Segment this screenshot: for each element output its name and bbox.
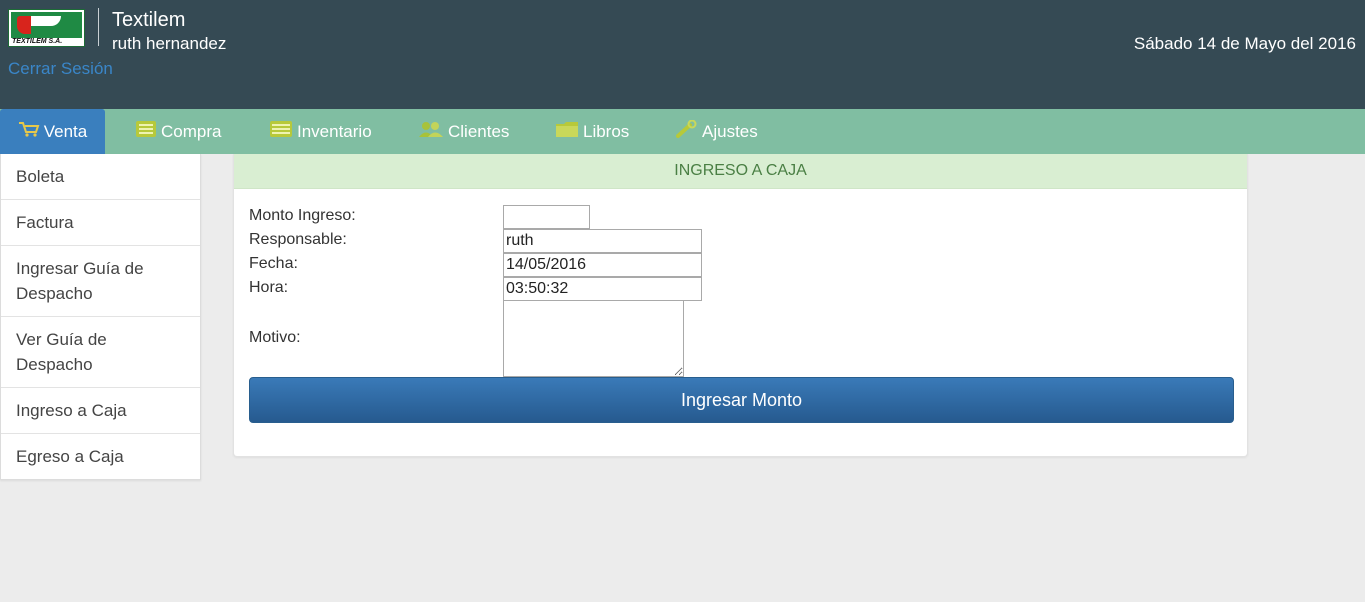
- textilem-logo: TEXTILEM S.A.: [8, 9, 85, 47]
- ingreso-caja-panel: INGRESO A CAJA Monto Ingreso: Responsabl…: [233, 154, 1248, 457]
- nav-label: Inventario: [297, 121, 372, 141]
- sidebar-item-factura[interactable]: Factura: [1, 200, 200, 246]
- nav-label: Compra: [161, 121, 222, 141]
- folder-icon: [555, 120, 579, 143]
- app-title: Textilem: [112, 9, 186, 31]
- motivo-label: Motivo:: [249, 329, 301, 346]
- sidebar-item-ingreso-caja[interactable]: Ingreso a Caja: [1, 388, 200, 434]
- nav-venta[interactable]: Venta: [0, 109, 105, 154]
- fecha-label: Fecha:: [249, 255, 298, 272]
- fecha-input[interactable]: [503, 253, 702, 277]
- nav-label: Ajustes: [702, 121, 758, 141]
- responsable-label: Responsable:: [249, 231, 347, 248]
- logout-link[interactable]: Cerrar Sesión: [8, 59, 113, 79]
- nav-label: Venta: [43, 121, 88, 141]
- list-icon: [269, 120, 293, 143]
- nav-label: Clientes: [448, 121, 510, 141]
- nav-clientes[interactable]: Clientes: [418, 109, 509, 154]
- monto-input[interactable]: [503, 205, 590, 229]
- logo-text: TEXTILEM S.A.: [12, 38, 63, 45]
- responsable-input[interactable]: [503, 229, 702, 253]
- nav-inventario[interactable]: Inventario: [269, 109, 372, 154]
- current-date: Sábado 14 de Mayo del 2016: [1133, 34, 1356, 53]
- app-header: TEXTILEM S.A. Textilem ruth hernandez Ce…: [0, 0, 1365, 109]
- sidebar-item-ver-guia[interactable]: Ver Guía de Despacho: [1, 317, 200, 388]
- cart-icon: [18, 121, 40, 142]
- ingresar-monto-button[interactable]: Ingresar Monto: [249, 377, 1234, 423]
- monto-label: Monto Ingreso:: [249, 207, 356, 224]
- sidebar-item-boleta[interactable]: Boleta: [1, 154, 200, 200]
- hora-input[interactable]: [503, 277, 702, 301]
- users-icon: [418, 120, 444, 143]
- list-icon: [135, 120, 157, 143]
- hora-label: Hora:: [249, 279, 289, 296]
- panel-title: INGRESO A CAJA: [234, 154, 1247, 189]
- nav-libros[interactable]: Libros: [555, 109, 629, 154]
- nav-ajustes[interactable]: Ajustes: [676, 109, 758, 154]
- wrench-icon: [676, 119, 698, 143]
- sidebar-item-egreso-caja[interactable]: Egreso a Caja: [1, 434, 200, 479]
- nav-label: Libros: [583, 121, 630, 141]
- sidebar-menu: Boleta Factura Ingresar Guía de Despacho…: [0, 154, 201, 480]
- nav-compra[interactable]: Compra: [135, 109, 221, 154]
- motivo-textarea[interactable]: [503, 300, 684, 377]
- header-divider: [98, 8, 99, 46]
- user-name: ruth hernandez: [112, 34, 227, 53]
- sidebar-item-ingresar-guia[interactable]: Ingresar Guía de Despacho: [1, 246, 200, 317]
- main-nav: Venta Compra Inventario Clientes Libros …: [0, 109, 1365, 154]
